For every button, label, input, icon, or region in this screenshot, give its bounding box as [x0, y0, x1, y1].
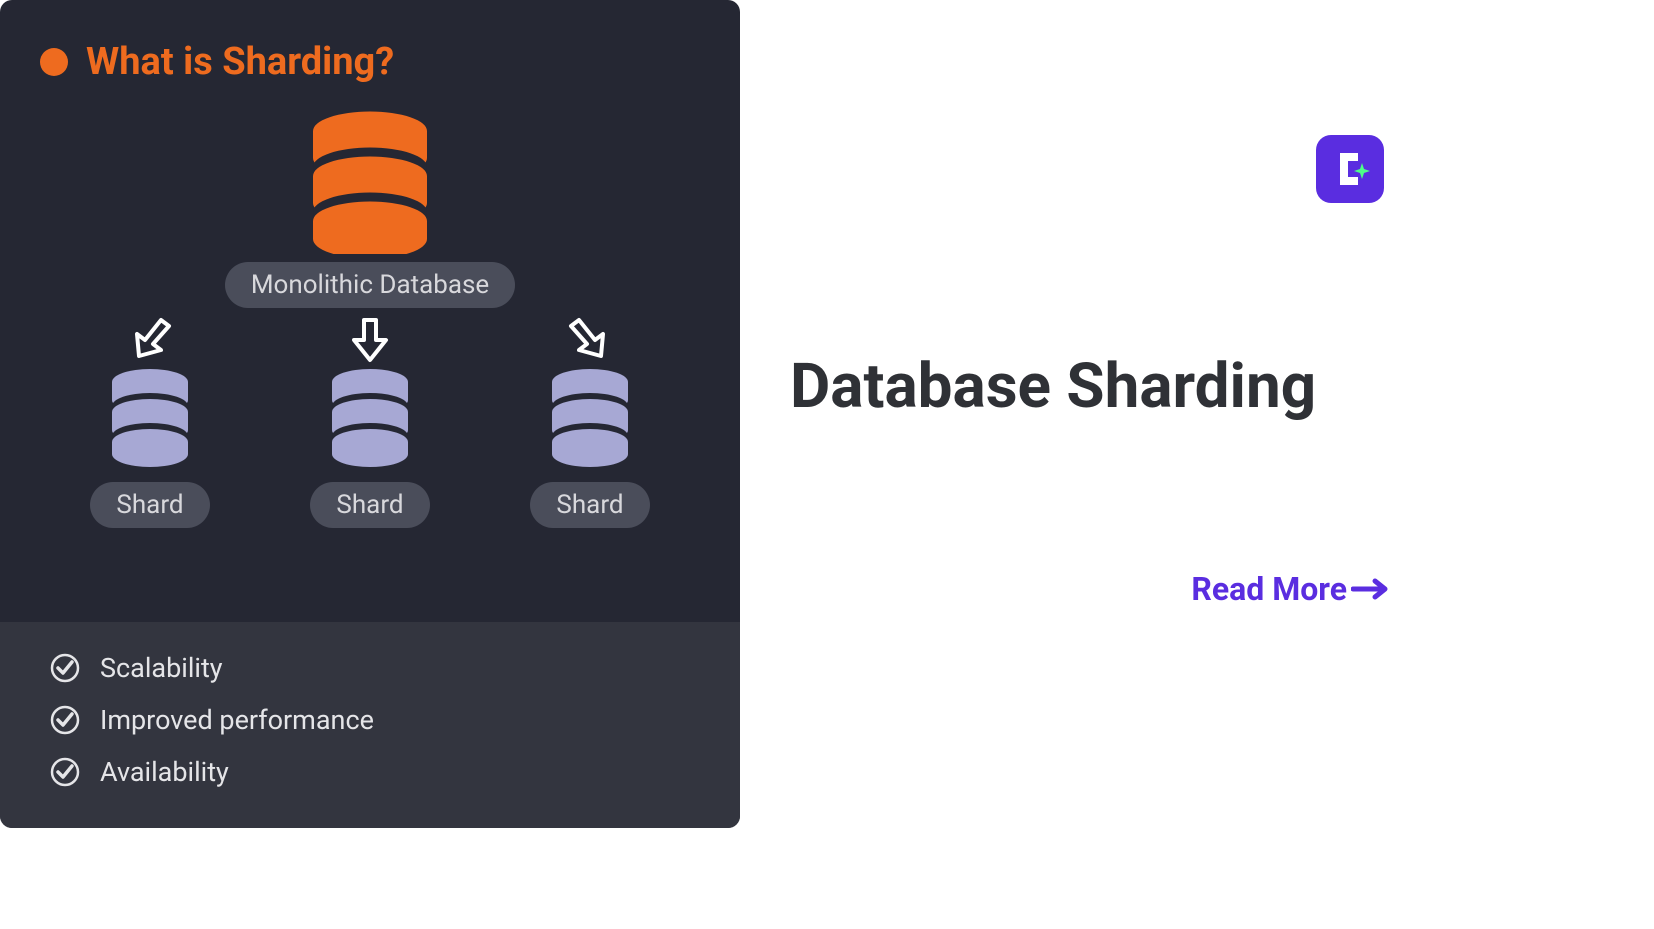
- benefit-item: Improved performance: [50, 704, 690, 736]
- logo-icon: [1328, 147, 1372, 191]
- read-more-text: Read More: [1191, 570, 1347, 608]
- shard-1: Shard: [90, 364, 209, 528]
- database-icon-monolith: [295, 104, 445, 254]
- page-title: Database Sharding: [790, 350, 1316, 423]
- shard-label: Shard: [90, 482, 209, 528]
- check-circle-icon: [50, 705, 80, 735]
- shard-3: Shard: [530, 364, 649, 528]
- bullet-icon: [40, 48, 68, 76]
- brand-logo: [1316, 135, 1384, 203]
- benefit-text: Availability: [100, 756, 229, 788]
- shard-2: Shard: [310, 364, 429, 528]
- heading-row: What is Sharding?: [0, 0, 740, 94]
- check-circle-icon: [50, 653, 80, 683]
- shards-row: Shard Shard: [40, 364, 700, 528]
- read-more-link[interactable]: Read More: [1191, 570, 1389, 608]
- benefit-text: Scalability: [100, 652, 223, 684]
- database-icon-shard: [100, 364, 200, 474]
- benefit-item: Availability: [50, 756, 690, 788]
- benefit-text: Improved performance: [100, 704, 374, 736]
- shard-label: Shard: [530, 482, 649, 528]
- content-panel: Database Sharding Read More: [740, 0, 1654, 929]
- check-circle-icon: [50, 757, 80, 787]
- arrow-down-left-icon: [125, 314, 175, 370]
- database-icon-shard: [320, 364, 420, 474]
- arrows-row: [40, 314, 700, 370]
- db-label-monolith: Monolithic Database: [225, 262, 515, 308]
- diagram-area: Monolithic Database: [0, 94, 740, 622]
- arrow-right-icon: [1351, 577, 1389, 601]
- diagram-panel: What is Sharding? Monolithic Database: [0, 0, 740, 828]
- heading-text: What is Sharding?: [86, 40, 394, 84]
- database-icon-shard: [540, 364, 640, 474]
- benefit-item: Scalability: [50, 652, 690, 684]
- arrow-down-icon: [345, 314, 395, 370]
- arrow-down-right-icon: [565, 314, 615, 370]
- benefits-panel: Scalability Improved performance Availab…: [0, 622, 740, 828]
- shard-label: Shard: [310, 482, 429, 528]
